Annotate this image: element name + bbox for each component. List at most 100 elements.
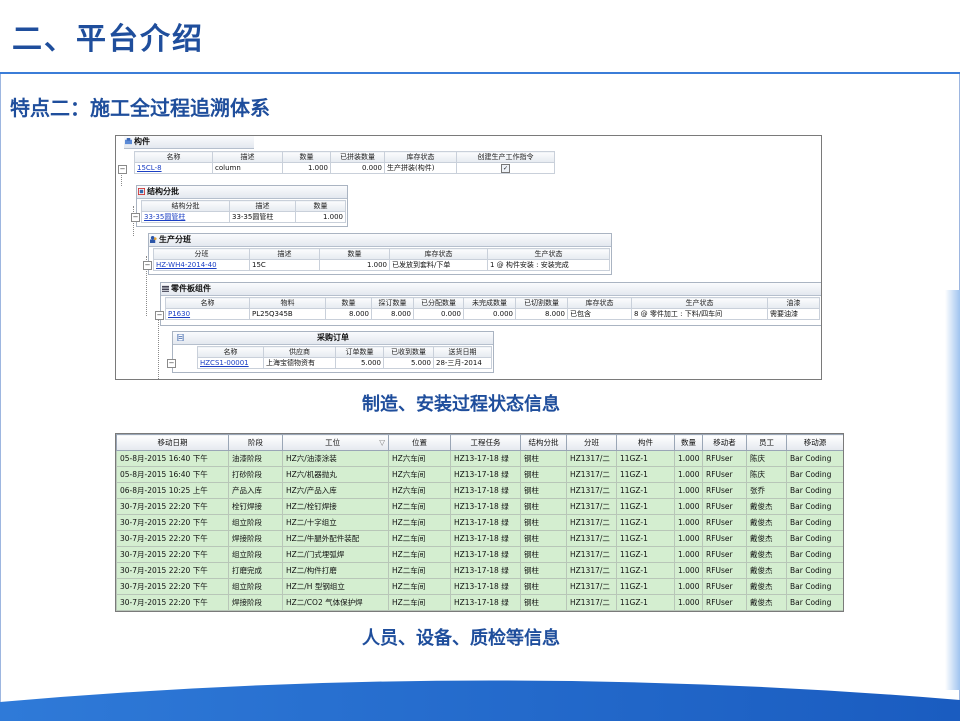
col-header-stage[interactable]: 阶段 (228, 434, 283, 451)
table-row[interactable]: P1630 PL25Q345B 8.000 8.000 0.000 0.000 … (165, 308, 820, 320)
col-header[interactable]: 名称 (165, 297, 250, 309)
table-row[interactable]: 30-7月-2015 22:20 下午 焊接阶段 HZ二/CO2 气体保护焊 HZ二车… (116, 594, 843, 611)
col-header[interactable]: 库存状态 (567, 297, 632, 309)
cell-stage: 组立阶段 (228, 514, 283, 531)
cell-employee: 戴俊杰 (746, 594, 787, 611)
col-header[interactable]: 生产状态 (487, 248, 610, 260)
col-header-batch[interactable]: 结构分批 (520, 434, 567, 451)
table-row[interactable]: HZ-WH4-2014-40 15C 1.000 已发放到套料/下单 1 @ 构… (153, 259, 610, 271)
batch-icon (138, 188, 145, 195)
col-header[interactable]: 描述 (229, 200, 296, 212)
part-link[interactable]: P1630 (165, 308, 250, 320)
cell-component: 11GZ-1 (616, 594, 675, 611)
col-header[interactable]: 已拼装数量 (330, 151, 385, 163)
col-header[interactable]: 描述 (212, 151, 283, 163)
col-header-employee[interactable]: 员工 (746, 434, 787, 451)
col-header-team[interactable]: 分班 (566, 434, 617, 451)
table-row[interactable]: 15CL-8 column 1.000 0.000 生产拼装(构件) ✓ (134, 162, 555, 174)
col-header[interactable]: 数量 (282, 151, 331, 163)
expand-toggle[interactable]: − (118, 165, 127, 174)
frame-left (0, 74, 1, 721)
cell-location: HZ六车间 (388, 450, 451, 467)
expand-toggle[interactable]: − (167, 359, 176, 368)
cell-task: HZ13-17-18 绿 (450, 450, 521, 467)
col-header[interactable]: 名称 (134, 151, 213, 163)
cell: 已包含 (567, 308, 632, 320)
col-header[interactable]: 採订数量 (371, 297, 414, 309)
col-header-source[interactable]: 移动源 (786, 434, 843, 451)
title-divider (0, 72, 960, 74)
col-header-station[interactable]: 工位 ▽ (282, 434, 389, 451)
col-header[interactable]: 物料 (249, 297, 326, 309)
cell: 0.000 (413, 308, 464, 320)
col-header[interactable]: 未完成数量 (463, 297, 516, 309)
table-row[interactable]: 30-7月-2015 22:20 下午 组立阶段 HZ二/门式埋弧焊 HZ二车间 HZ1… (116, 546, 843, 563)
table-row[interactable]: HZCS1-00001 上海宝德物资有 5.000 5.000 28-三月-20… (197, 357, 492, 369)
batch-link[interactable]: 33-35圆管柱 (141, 211, 230, 223)
col-header-component[interactable]: 构件 (616, 434, 675, 451)
col-header[interactable]: 已切割数量 (515, 297, 568, 309)
col-header[interactable]: 创建生产工作指令 (456, 151, 555, 163)
cell-batch: 钢柱 (520, 482, 567, 499)
cell-move-date: 30-7月-2015 22:20 下午 (116, 594, 229, 611)
col-header[interactable]: 数量 (295, 200, 346, 212)
table-row[interactable]: 06-8月-2015 10:25 上午 产品入库 HZ六/产品入库 HZ六车间 HZ13… (116, 482, 843, 499)
col-header[interactable]: 描述 (249, 248, 320, 260)
purchase-order-link[interactable]: HZCS1-00001 (197, 357, 264, 369)
team-group: 生产分班 − 分班 描述 数量 库存状态 生产状态 HZ-WH4-2014-40… (143, 233, 612, 275)
col-header-station-label: 工位 (325, 438, 341, 447)
cell-stage: 产品入库 (228, 482, 283, 499)
col-header-task[interactable]: 工程任务 (450, 434, 521, 451)
col-header[interactable]: 数量 (319, 248, 390, 260)
col-header[interactable]: 数量 (325, 297, 372, 309)
col-header[interactable]: 已分配数量 (413, 297, 464, 309)
col-header[interactable]: 订单数量 (335, 346, 384, 358)
cell-team: HZ1317/二 (566, 546, 617, 563)
expand-toggle[interactable]: − (155, 311, 164, 320)
cell-stage: 栓钉焊接 (228, 498, 283, 515)
table-row[interactable]: 30-7月-2015 22:20 下午 栓钉焊接 HZ二/栓钉焊接 HZ二车间 HZ13… (116, 498, 843, 515)
col-header[interactable]: 送货日期 (433, 346, 492, 358)
purchase-order-group-title: 采购订单 (317, 333, 349, 342)
col-header[interactable]: 油漆 (767, 297, 820, 309)
cell-source: Bar Coding (786, 530, 843, 547)
component-table: 名称 描述 数量 已拼装数量 库存状态 创建生产工作指令 15CL-8 colu… (134, 151, 555, 174)
col-header[interactable]: 名称 (197, 346, 264, 358)
cell-checkbox[interactable]: ✓ (456, 162, 555, 174)
cell-batch: 钢柱 (520, 450, 567, 467)
table-row[interactable]: 30-7月-2015 22:20 下午 打磨完成 HZ二/构件打磨 HZ二车间 HZ13… (116, 562, 843, 579)
cell-task: HZ13-17-18 绿 (450, 562, 521, 579)
col-header-qty[interactable]: 数量 (674, 434, 703, 451)
table-row[interactable]: 30-7月-2015 22:20 下午 组立阶段 HZ二/十字组立 HZ二车间 HZ13… (116, 514, 843, 531)
col-header-mover[interactable]: 移动者 (702, 434, 747, 451)
filter-icon[interactable]: ▽ (379, 436, 385, 450)
table-row[interactable]: 33-35圆管柱 33-35圆管柱 1.000 (141, 211, 346, 223)
checkbox-icon[interactable]: ✓ (501, 163, 510, 173)
cell: 生产拼装(构件) (384, 162, 457, 174)
table-row[interactable]: 05-8月-2015 16:40 下午 油漆阶段 HZ六/油漆涂装 HZ六车间 HZ13… (116, 450, 843, 467)
col-header[interactable]: 分班 (153, 248, 250, 260)
col-header[interactable]: 库存状态 (384, 151, 457, 163)
cell-team: HZ1317/二 (566, 562, 617, 579)
cell-team: HZ1317/二 (566, 498, 617, 515)
expand-toggle[interactable]: − (131, 213, 140, 222)
component-link[interactable]: 15CL-8 (134, 162, 213, 174)
table-row[interactable]: 30-7月-2015 22:20 下午 焊接阶段 HZ二/牛腿外配件装配 HZ二车间 H… (116, 530, 843, 547)
table-row[interactable]: 05-8月-2015 16:40 下午 打砂阶段 HZ六/机器抛丸 HZ六车间 HZ13… (116, 466, 843, 483)
col-header-move-date[interactable]: 移动日期 (116, 434, 229, 451)
col-header[interactable]: 生产状态 (631, 297, 768, 309)
component-group-header: 构件 (124, 136, 254, 149)
cell-team: HZ1317/二 (566, 514, 617, 531)
cell-source: Bar Coding (786, 514, 843, 531)
team-link[interactable]: HZ-WH4-2014-40 (153, 259, 250, 271)
col-header[interactable]: 结构分批 (141, 200, 230, 212)
col-header-location[interactable]: 位置 (388, 434, 451, 451)
movement-log-table: 移动日期 阶段 工位 ▽ 位置 工程任务 结构分批 分班 构件 数量 移动者 员工… (116, 434, 843, 611)
col-header[interactable]: 供应商 (263, 346, 336, 358)
cell-source: Bar Coding (786, 466, 843, 483)
col-header[interactable]: 库存状态 (389, 248, 488, 260)
cell-move-date: 30-7月-2015 22:20 下午 (116, 498, 229, 515)
expand-toggle[interactable]: − (143, 261, 152, 270)
table-row[interactable]: 30-7月-2015 22:20 下午 组立阶段 HZ二/H 型钢组立 HZ二车间 HZ… (116, 578, 843, 595)
col-header[interactable]: 已收到数量 (383, 346, 434, 358)
